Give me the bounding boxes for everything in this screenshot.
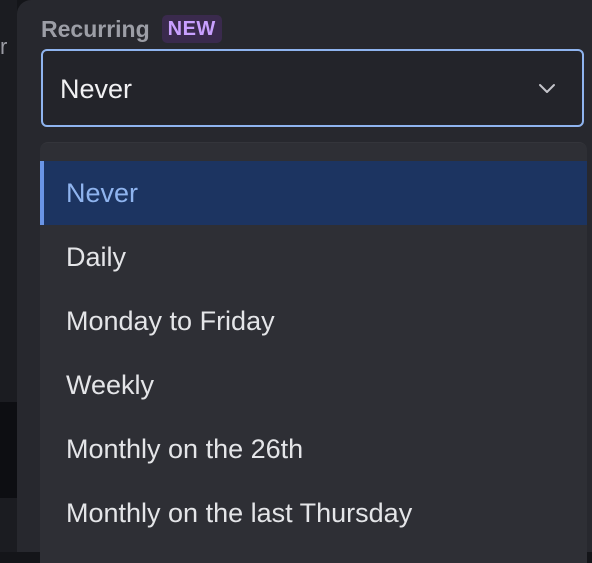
chevron-down-icon xyxy=(539,84,555,93)
recurring-select-value: Never xyxy=(60,74,133,104)
option-monthly-last-thursday[interactable]: Monthly on the last Thursday xyxy=(40,481,587,545)
option-monday-to-friday[interactable]: Monday to Friday xyxy=(40,289,587,353)
option-daily[interactable]: Daily xyxy=(40,225,587,289)
option-weekly[interactable]: Weekly xyxy=(40,353,587,417)
recurring-field-label: Recurring NEW xyxy=(41,14,222,44)
recurring-label-text: Recurring xyxy=(41,15,150,42)
new-badge: NEW xyxy=(161,15,222,43)
option-monthly-26th[interactable]: Monthly on the 26th xyxy=(40,417,587,481)
recurring-dropdown-menu: Never Daily Monday to Friday Weekly Mont… xyxy=(40,142,587,563)
recurring-select[interactable]: Never xyxy=(41,49,584,127)
option-never[interactable]: Never xyxy=(40,161,587,225)
background-dark-bar xyxy=(0,402,17,498)
recurring-options-list: Never Daily Monday to Friday Weekly Mont… xyxy=(40,161,587,545)
background-partial-label: r xyxy=(0,34,8,59)
